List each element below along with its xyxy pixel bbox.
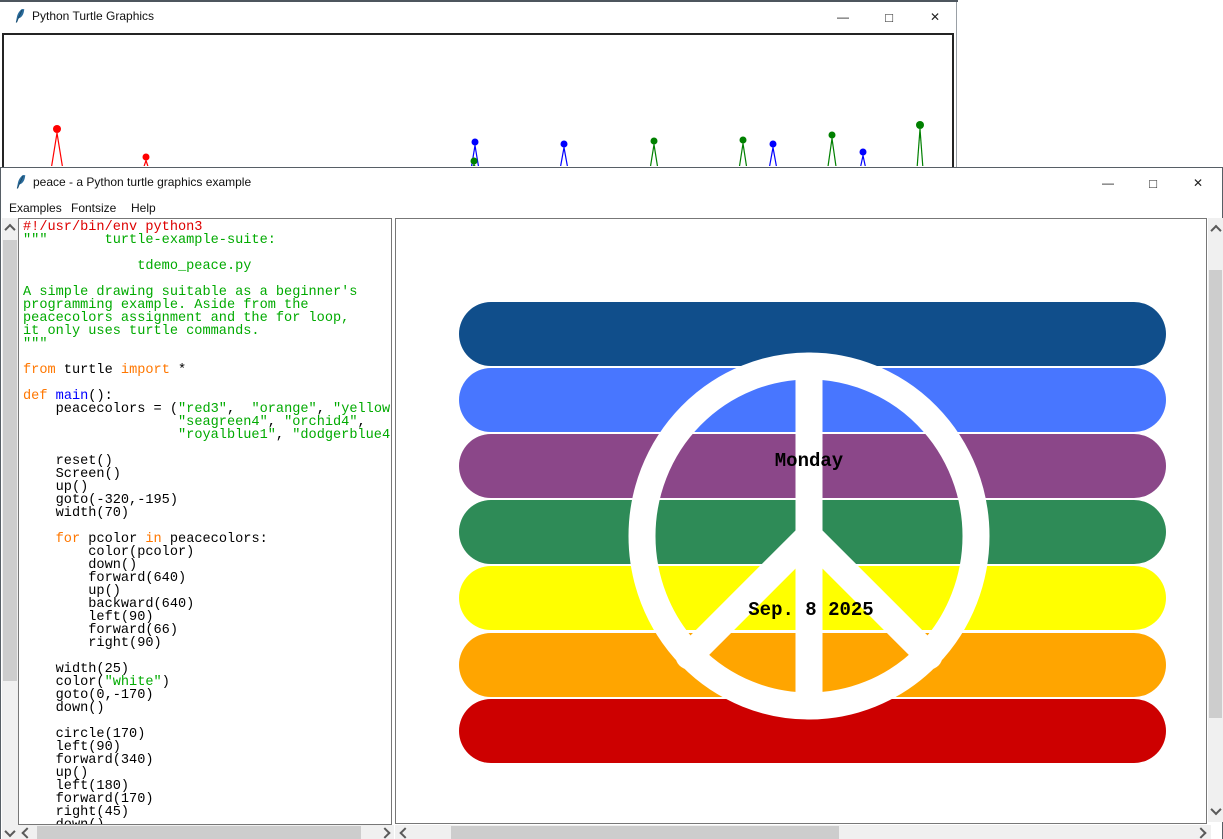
turtle-figure — [860, 149, 867, 167]
turtle-figure — [828, 132, 836, 167]
code-token: tdemo_peace.py — [23, 259, 251, 274]
canvas-vscroll-thumb[interactable] — [1209, 270, 1222, 718]
label-day: Monday — [775, 450, 844, 472]
turtle-figure — [739, 137, 747, 167]
code-token: """ turtle-example-suite: — [23, 233, 276, 248]
scroll-down-icon — [4, 825, 15, 836]
code-token: turtle — [56, 363, 121, 378]
desktop: Python Turtle Graphics — □ ✕ peace - a P… — [0, 0, 1223, 839]
code-token — [23, 428, 178, 443]
maximize-button[interactable]: □ — [1137, 170, 1169, 196]
close-button[interactable]: ✕ — [1182, 170, 1214, 196]
code-hscroll-thumb[interactable] — [37, 826, 361, 839]
window-title: peace - a Python turtle graphics example — [33, 175, 251, 189]
code-token: down() — [23, 701, 105, 716]
minimize-icon: — — [837, 10, 849, 24]
code-vertical-scrollbar[interactable] — [2, 218, 18, 825]
turtle-figure — [560, 141, 568, 167]
peace-drawing: Monday Sep. 8 2025 — [396, 219, 1206, 823]
code-line: from turtle import * — [23, 364, 391, 377]
scroll-right-icon — [1195, 827, 1206, 838]
tk-feather-icon — [13, 174, 29, 190]
code-line: tdemo_peace.py — [23, 260, 391, 273]
code-token: """ — [23, 337, 47, 352]
code-line: right(90) — [23, 637, 391, 650]
close-button[interactable]: ✕ — [919, 4, 951, 30]
window-right-border — [956, 2, 957, 168]
scroll-left-icon — [399, 827, 410, 838]
scroll-up-icon — [4, 224, 15, 235]
code-token: down() — [23, 818, 105, 825]
menu-help[interactable]: Help — [129, 197, 158, 218]
scroll-left-icon — [21, 827, 32, 838]
code-scroll-down-button[interactable] — [2, 825, 18, 839]
turtle-figure — [916, 121, 924, 166]
code-token: from — [23, 363, 56, 378]
code-line: down() — [23, 702, 391, 715]
turtle-figure — [143, 154, 150, 167]
turtle-figure — [769, 141, 777, 167]
code-line: """ turtle-example-suite: — [23, 234, 391, 247]
code-token: it only uses turtle commands. — [23, 324, 260, 339]
titlebar-turtle-graphics[interactable]: Python Turtle Graphics — □ ✕ — [0, 2, 956, 30]
menu-examples[interactable]: Examples — [7, 197, 64, 218]
code-line: it only uses turtle commands. — [23, 325, 391, 338]
label-date: Sep. 8 2025 — [748, 599, 873, 621]
canvas-vertical-scrollbar[interactable] — [1208, 218, 1223, 822]
source-code-pane[interactable]: #!/usr/bin/env python3""" turtle-example… — [18, 218, 392, 825]
scroll-right-button[interactable] — [376, 825, 394, 839]
code-token: right(90) — [23, 636, 162, 651]
scroll-down-icon — [1210, 804, 1221, 815]
code-token: ) — [162, 675, 170, 690]
window-python-turtle-graphics: Python Turtle Graphics — □ ✕ — [0, 0, 958, 168]
code-token: * — [170, 363, 186, 378]
scroll-right-icon — [379, 827, 390, 838]
window-title: Python Turtle Graphics — [32, 9, 154, 23]
scroll-up-button[interactable] — [1208, 218, 1223, 240]
minimize-button[interactable]: — — [1092, 170, 1124, 196]
titlebar-peace[interactable]: peace - a Python turtle graphics example… — [1, 168, 1222, 197]
maximize-icon: □ — [1149, 176, 1157, 191]
code-line: "royalblue1", "dodgerblue4 — [23, 429, 391, 442]
maximize-icon: □ — [885, 10, 893, 25]
turtle-figure — [51, 125, 63, 166]
scroll-right-button[interactable] — [1191, 825, 1211, 839]
code-token: "dodgerblue4 — [292, 428, 390, 443]
minimize-button[interactable]: — — [827, 4, 859, 30]
scroll-left-button[interactable] — [395, 825, 415, 839]
close-icon: ✕ — [930, 10, 940, 24]
code-token: "royalblue1" — [178, 428, 276, 443]
turtle-graphics-canvas — [2, 33, 954, 168]
menu-fontsize[interactable]: Fontsize — [69, 197, 118, 218]
code-token: width(70) — [23, 506, 129, 521]
code-vscroll-thumb[interactable] — [3, 240, 17, 681]
close-icon: ✕ — [1193, 176, 1203, 190]
window-peace-example: peace - a Python turtle graphics example… — [0, 167, 1223, 839]
turtle-figures-drawing — [4, 35, 952, 166]
scroll-up-button[interactable] — [2, 218, 18, 238]
maximize-button[interactable]: □ — [873, 4, 905, 30]
minimize-icon: — — [1102, 176, 1114, 190]
turtle-figure — [650, 138, 658, 167]
menubar: Examples Fontsize Help — [1, 197, 1222, 218]
scroll-down-button[interactable] — [1208, 800, 1223, 822]
canvas-hscroll-thumb[interactable] — [451, 826, 839, 839]
scroll-up-icon — [1210, 225, 1221, 236]
code-token: import — [121, 363, 170, 378]
peace-turtle-canvas: Monday Sep. 8 2025 — [395, 218, 1207, 824]
code-token: , — [276, 428, 292, 443]
code-horizontal-scrollbar[interactable] — [18, 825, 394, 839]
canvas-horizontal-scrollbar[interactable] — [395, 825, 1211, 839]
tk-feather-icon — [12, 8, 28, 24]
code-line: width(70) — [23, 507, 391, 520]
scroll-left-button[interactable] — [18, 825, 36, 839]
code-line: """ — [23, 338, 391, 351]
